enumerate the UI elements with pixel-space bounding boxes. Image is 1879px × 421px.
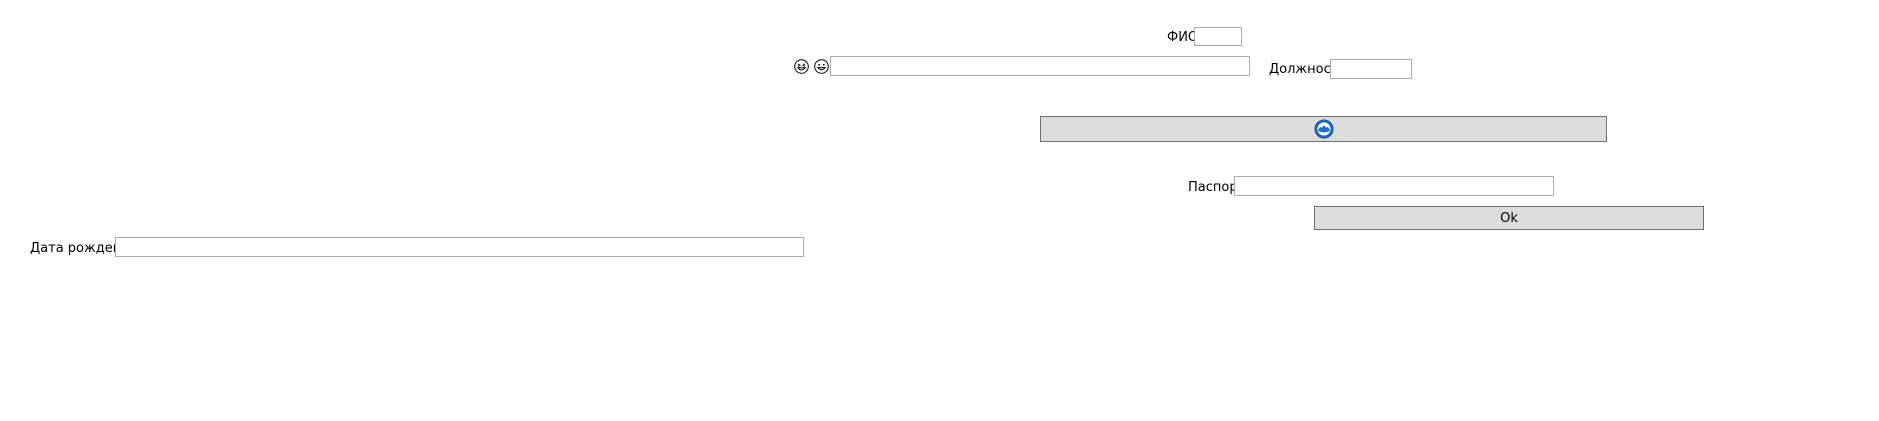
grinning-squint-face-icon bbox=[794, 59, 809, 74]
emoji-text-input[interactable] bbox=[830, 56, 1250, 76]
position-input[interactable] bbox=[1330, 59, 1412, 79]
image-button[interactable] bbox=[1040, 116, 1607, 142]
fio-input[interactable] bbox=[1194, 27, 1242, 46]
globe-icon bbox=[1314, 119, 1334, 139]
grinning-face-icon bbox=[814, 59, 829, 74]
passport-input[interactable] bbox=[1234, 176, 1554, 196]
birth-date-input[interactable] bbox=[115, 237, 804, 257]
ok-button[interactable]: Ok bbox=[1314, 206, 1704, 230]
